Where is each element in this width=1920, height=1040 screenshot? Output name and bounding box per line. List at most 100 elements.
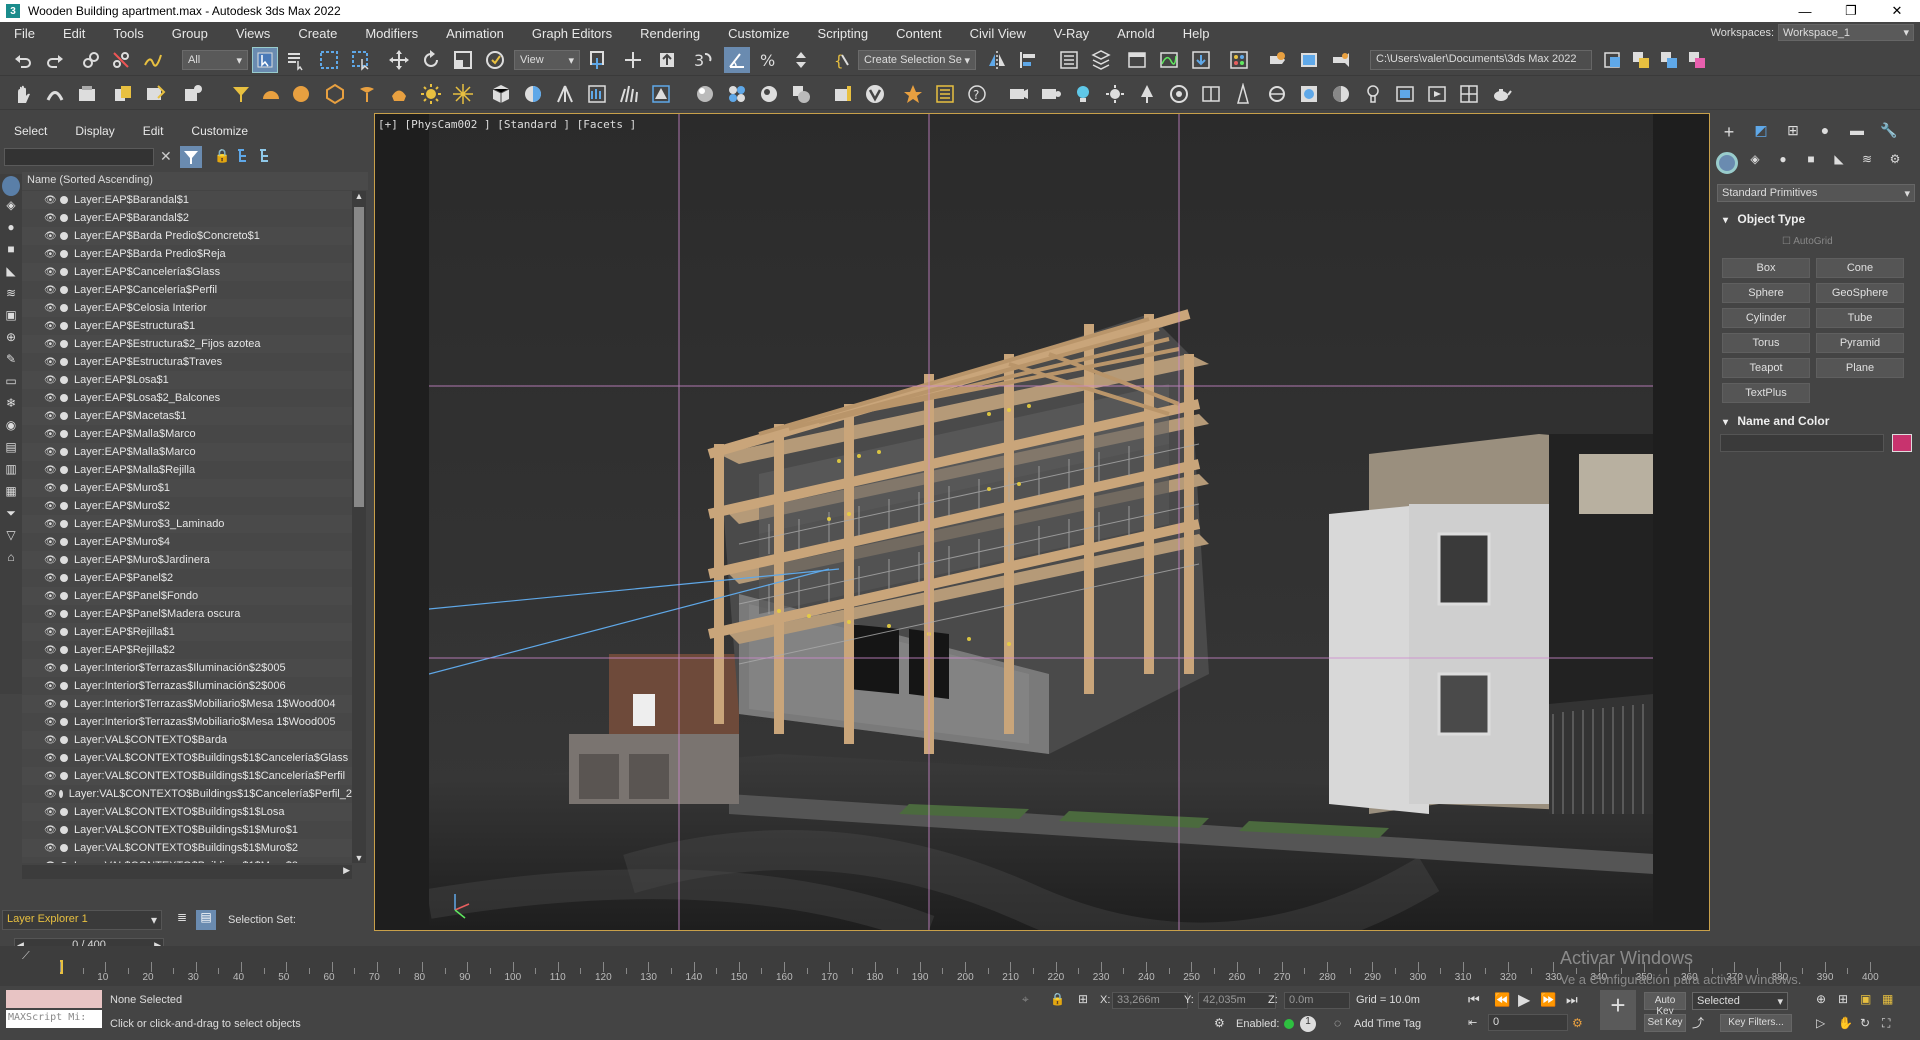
add-time-tag[interactable]: Add Time Tag (1354, 1018, 1421, 1030)
array-icon[interactable] (142, 81, 168, 107)
snaps-toggle-icon[interactable]: 3 (690, 47, 716, 73)
visibility-eye-icon[interactable]: 👁 (44, 843, 58, 854)
spot-light-icon[interactable] (354, 81, 380, 107)
percent-snap-icon[interactable]: % (756, 47, 782, 73)
placement-icon[interactable] (482, 47, 508, 73)
menu-file[interactable]: File (0, 26, 49, 41)
workspace-dropdown[interactable]: Workspace_1 ▾ (1778, 24, 1914, 41)
layer-row[interactable]: 👁 Layer:EAP$Muro$4 (22, 533, 352, 551)
visibility-eye-icon[interactable]: 👁 (44, 429, 58, 440)
lock-icon[interactable]: 🔒 (214, 148, 230, 164)
maximize-viewport-icon[interactable]: ⛶ (1882, 1016, 1890, 1031)
display-containers-icon[interactable]: ▭ (2, 374, 20, 394)
name-color-rollout[interactable]: ▾ Name and Color (1717, 414, 1915, 428)
layer-row[interactable]: 👁 Layer:EAP$Muro$2 (22, 497, 352, 515)
textplus-button[interactable]: TextPlus (1722, 383, 1810, 403)
visibility-eye-icon[interactable]: 👁 (44, 573, 58, 584)
layer-row[interactable]: 👁 Layer:EAP$Rejilla$2 (22, 641, 352, 659)
target-spot-icon[interactable] (228, 81, 254, 107)
menu-content[interactable]: Content (882, 26, 956, 41)
render-toggle-icon[interactable] (60, 556, 68, 564)
render-interactive-icon[interactable] (900, 81, 926, 107)
frame-buffer-icon[interactable] (830, 81, 856, 107)
set-key-button[interactable]: Set Key (1644, 1014, 1686, 1032)
safe-frame-icon[interactable] (1424, 81, 1450, 107)
next-frame-icon[interactable]: ⏩ (1540, 992, 1556, 1008)
help-circle-icon[interactable]: ? (964, 81, 990, 107)
previous-frame-icon[interactable]: ⏪ (1494, 992, 1510, 1008)
torus-button[interactable]: Torus (1722, 333, 1810, 353)
layer-row[interactable]: 👁 Layer:EAP$Muro$3_Laminado (22, 515, 352, 533)
absolute-mode-icon[interactable]: ⊞ (1078, 992, 1088, 1006)
render-toggle-icon[interactable] (60, 484, 68, 492)
grid-icon[interactable] (1456, 81, 1482, 107)
layer-row[interactable]: 👁 Layer:EAP$Panel$Fondo (22, 587, 352, 605)
display-invert-icon[interactable]: ▦ (2, 484, 20, 504)
select-by-name-icon[interactable] (282, 47, 308, 73)
display-all-icon[interactable]: ▤ (2, 440, 20, 460)
arnold-volume-icon[interactable] (1328, 81, 1354, 107)
book-icon[interactable] (1198, 81, 1224, 107)
photometric-light-icon[interactable] (1360, 81, 1386, 107)
shapes-category-icon[interactable]: ◈ (1744, 152, 1766, 174)
menu-animation[interactable]: Animation (432, 26, 518, 41)
teapot-button[interactable]: Teapot (1722, 358, 1810, 378)
toggle-layer-explorer-icon[interactable] (1088, 47, 1114, 73)
render-toggle-icon[interactable] (58, 790, 63, 798)
layer-hierarchy-icon[interactable] (258, 148, 274, 164)
render-toggle-icon[interactable] (60, 862, 68, 863)
filter-funnel-icon[interactable]: ⏷ (2, 506, 20, 526)
toggle-scene-explorer-icon[interactable] (1056, 47, 1082, 73)
x-coordinate-field[interactable]: 33,266m (1112, 992, 1188, 1009)
rendered-frame-window-icon[interactable] (1296, 47, 1322, 73)
object-type-rollout[interactable]: ▾ Object Type (1717, 212, 1915, 226)
sun-icon[interactable] (418, 81, 444, 107)
hand-icon[interactable] (10, 81, 36, 107)
modify-tab-icon[interactable]: ◩ (1748, 122, 1774, 144)
render-toggle-icon[interactable] (60, 250, 68, 258)
display-geometry-icon[interactable] (2, 176, 20, 196)
render-toggle-icon[interactable] (60, 610, 68, 618)
keyboard-shortcut-override-icon[interactable] (654, 47, 680, 73)
menu-scripting[interactable]: Scripting (804, 26, 883, 41)
project-folder-path[interactable]: C:\Users\valer\Documents\3ds Max 2022 (1370, 50, 1592, 70)
goto-start-icon[interactable]: ⏮ (1468, 992, 1480, 1008)
display-groups-icon[interactable]: ▣ (2, 308, 20, 328)
render-toggle-icon[interactable] (60, 196, 68, 204)
render-toggle-icon[interactable] (60, 646, 68, 654)
menu-edit[interactable]: Edit (49, 26, 99, 41)
visibility-eye-icon[interactable]: 👁 (44, 357, 58, 368)
display-xrefs-icon[interactable]: ⊕ (2, 330, 20, 350)
visibility-eye-icon[interactable]: 👁 (44, 555, 58, 566)
visibility-eye-icon[interactable]: 👁 (44, 789, 57, 800)
scroll-down-icon[interactable]: ▼ (352, 853, 366, 863)
select-manipulate-icon[interactable] (620, 47, 646, 73)
key-tangent-icon[interactable]: ⤴ (1692, 1014, 1708, 1030)
zoom-all-icon[interactable]: ⊞ (1838, 992, 1848, 1006)
display-none-icon[interactable]: ▥ (2, 462, 20, 482)
visibility-eye-icon[interactable]: 👁 (44, 321, 58, 332)
cameras-category-icon[interactable]: ■ (1800, 152, 1822, 174)
layer-row[interactable]: 👁 Layer:EAP$Muro$1 (22, 479, 352, 497)
bind-spacewarp-icon[interactable] (140, 47, 166, 73)
paint-brush-icon[interactable] (42, 81, 68, 107)
layer-row[interactable]: 👁 Layer:EAP$Panel$Madera oscura (22, 605, 352, 623)
geometry-category-icon[interactable] (1716, 152, 1738, 174)
visibility-eye-icon[interactable]: 👁 (44, 249, 58, 260)
layer-row[interactable]: 👁 Layer:EAP$Rejilla$1 (22, 623, 352, 641)
explorer-selector-dropdown[interactable]: Layer Explorer 1 ▾ (2, 910, 162, 930)
display-bones-icon[interactable]: ✎ (2, 352, 20, 372)
named-selection-dropdown[interactable]: Create Selection Se ▾ (858, 50, 976, 70)
plane-button[interactable]: Plane (1816, 358, 1904, 378)
visibility-eye-icon[interactable]: 👁 (44, 681, 58, 692)
container-icon[interactable] (74, 81, 100, 107)
render-toggle-icon[interactable] (60, 286, 68, 294)
layer-row[interactable]: 👁 Layer:Interior$Terrazas$Mobiliario$Mesa… (22, 713, 352, 731)
layer-row[interactable]: 👁 Layer:Interior$Terrazas$Iluminación$2$0… (22, 677, 352, 695)
rotate-icon[interactable] (418, 47, 444, 73)
render-toggle-icon[interactable] (60, 376, 68, 384)
maxscript-listener[interactable] (6, 990, 102, 1008)
systems-category-icon[interactable]: ⚙ (1884, 152, 1906, 174)
arnold-render-icon[interactable] (1006, 81, 1032, 107)
tree-icon[interactable] (1134, 81, 1160, 107)
